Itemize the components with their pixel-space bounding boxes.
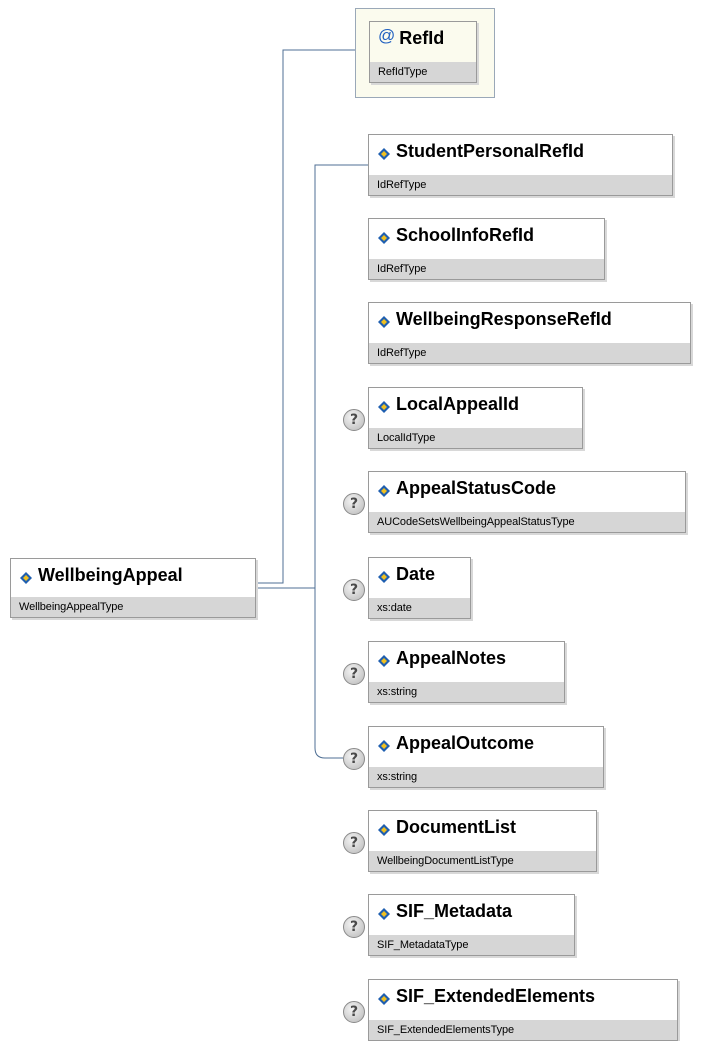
element-schoolinforefid[interactable]: SchoolInfoRefId IdRefType	[368, 218, 605, 280]
attribute-refid[interactable]: @ RefId RefIdType	[369, 21, 477, 83]
element-icon	[377, 737, 391, 752]
element-icon	[377, 398, 391, 413]
optional-icon: ?	[343, 579, 365, 601]
root-element-type: WellbeingAppealType	[11, 597, 255, 617]
element-name: WellbeingResponseRefId	[396, 309, 612, 329]
element-sif-extendedelements[interactable]: SIF_ExtendedElements SIF_ExtendedElements…	[368, 979, 678, 1041]
root-element[interactable]: WellbeingAppeal WellbeingAppealType	[10, 558, 256, 618]
element-appealstatuscode[interactable]: AppealStatusCode AUCodeSetsWellbeingAppea…	[368, 471, 686, 533]
optional-icon: ?	[343, 748, 365, 770]
element-icon	[377, 145, 391, 160]
element-icon	[377, 313, 391, 328]
element-icon	[19, 569, 33, 584]
element-date[interactable]: Date xs:date	[368, 557, 471, 619]
element-name: AppealOutcome	[396, 733, 535, 753]
element-type: IdRefType	[369, 175, 672, 195]
element-icon	[377, 990, 391, 1005]
element-name: DocumentList	[396, 817, 517, 837]
element-appealnotes[interactable]: AppealNotes xs:string	[368, 641, 565, 703]
element-name: LocalAppealId	[396, 394, 520, 414]
element-icon	[377, 905, 391, 920]
element-icon	[377, 482, 391, 497]
element-name: SIF_Metadata	[396, 901, 513, 921]
element-type: WellbeingDocumentListType	[369, 851, 596, 871]
element-type: SIF_ExtendedElementsType	[369, 1020, 677, 1040]
element-sif-metadata[interactable]: SIF_Metadata SIF_MetadataType	[368, 894, 575, 956]
element-name: StudentPersonalRefId	[396, 141, 585, 161]
element-name: Date	[396, 564, 436, 584]
element-icon	[377, 229, 391, 244]
element-icon	[377, 568, 391, 583]
attribute-name: RefId	[399, 28, 445, 48]
attribute-icon: @	[378, 25, 396, 45]
element-localappealid[interactable]: LocalAppealId LocalIdType	[368, 387, 583, 449]
element-appealoutcome[interactable]: AppealOutcome xs:string	[368, 726, 604, 788]
element-documentlist[interactable]: DocumentList WellbeingDocumentListType	[368, 810, 597, 872]
element-type: LocalIdType	[369, 428, 582, 448]
optional-icon: ?	[343, 1001, 365, 1023]
element-studentpersonalrefid[interactable]: StudentPersonalRefId IdRefType	[368, 134, 673, 196]
element-type: xs:string	[369, 767, 603, 787]
element-name: SchoolInfoRefId	[396, 225, 534, 245]
element-type: xs:date	[369, 598, 470, 618]
element-name: SIF_ExtendedElements	[396, 986, 596, 1006]
optional-icon: ?	[343, 916, 365, 938]
optional-icon: ?	[343, 663, 365, 685]
root-element-name: WellbeingAppeal	[38, 565, 183, 585]
element-type: IdRefType	[369, 343, 690, 363]
element-icon	[377, 821, 391, 836]
attribute-type: RefIdType	[370, 62, 476, 82]
optional-icon: ?	[343, 409, 365, 431]
element-type: SIF_MetadataType	[369, 935, 574, 955]
element-icon	[377, 652, 391, 667]
element-name: AppealNotes	[396, 648, 507, 668]
element-name: AppealStatusCode	[396, 478, 557, 498]
element-type: xs:string	[369, 682, 564, 702]
optional-icon: ?	[343, 493, 365, 515]
element-type: AUCodeSetsWellbeingAppealStatusType	[369, 512, 685, 532]
element-wellbeingresponserefid[interactable]: WellbeingResponseRefId IdRefType	[368, 302, 691, 364]
optional-icon: ?	[343, 832, 365, 854]
element-type: IdRefType	[369, 259, 604, 279]
